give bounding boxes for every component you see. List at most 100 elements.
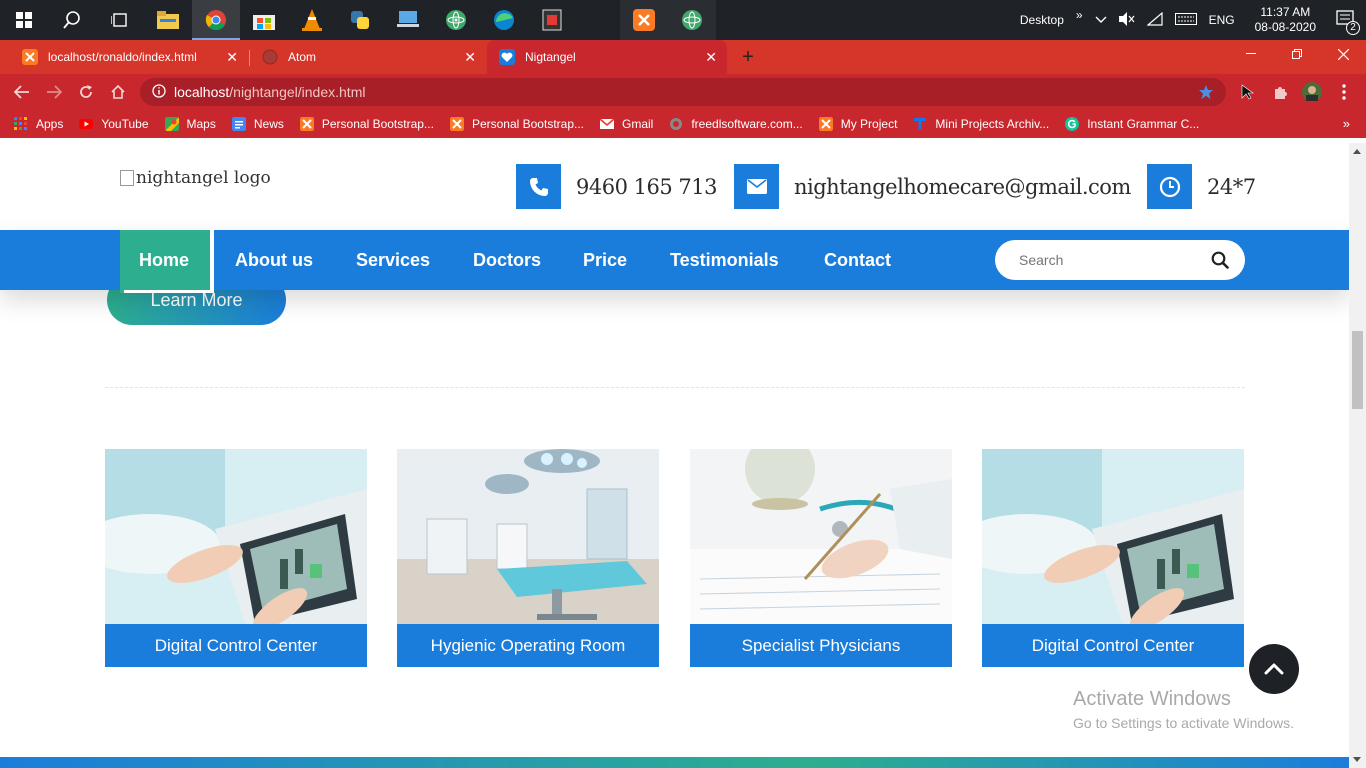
close-tab-icon[interactable]: ✕ <box>464 49 476 66</box>
digital-control-center-image <box>982 449 1244 624</box>
search-icon[interactable] <box>48 0 96 40</box>
bookmark-personal-bootstrap-1[interactable]: Personal Bootstrap... <box>299 117 434 131</box>
store-icon[interactable] <box>240 0 288 40</box>
site-logo[interactable]: nightangel logo <box>120 168 271 188</box>
chrome-menu-icon[interactable] <box>1328 74 1360 110</box>
operating-room-image <box>397 449 659 624</box>
phone-number[interactable]: 9460 165 713 <box>576 175 717 199</box>
xampp-icon <box>299 117 314 131</box>
file-explorer-icon[interactable] <box>144 0 192 40</box>
tab-nigtangel[interactable]: Nigtangel ✕ <box>487 40 727 74</box>
page-scrollbar[interactable] <box>1349 143 1366 768</box>
xampp-icon[interactable] <box>620 0 668 40</box>
clock-icon <box>1147 164 1192 209</box>
forward-arrow-icon[interactable] <box>38 74 70 110</box>
scroll-down-arrow-icon[interactable] <box>1353 757 1361 762</box>
computer-icon[interactable] <box>384 0 432 40</box>
apps-grid-icon <box>14 117 27 130</box>
envelope-icon <box>734 164 779 209</box>
scrollbar-thumb[interactable] <box>1352 331 1363 409</box>
vlc-icon[interactable] <box>288 0 336 40</box>
windows-start-icon[interactable] <box>0 0 48 40</box>
python-icon[interactable] <box>336 0 384 40</box>
project-app-icon[interactable] <box>528 0 576 40</box>
bookmark-star-icon[interactable] <box>1198 84 1214 103</box>
reload-icon[interactable] <box>70 74 102 110</box>
chrome-icon[interactable] <box>192 0 240 40</box>
back-arrow-icon[interactable] <box>6 74 38 110</box>
bookmark-apps[interactable]: Apps <box>14 117 63 131</box>
feature-card-caption: Digital Control Center <box>105 624 367 667</box>
nav-doctors[interactable]: Doctors <box>473 230 541 290</box>
task-view-icon[interactable] <box>96 0 144 40</box>
bookmark-gmail[interactable]: Gmail <box>600 117 653 131</box>
atom-icon[interactable] <box>432 0 480 40</box>
address-bar[interactable]: localhost/nightangel/index.html <box>140 78 1226 106</box>
nav-price[interactable]: Price <box>583 230 627 290</box>
tab-title: localhost/ronaldo/index.html <box>48 50 197 64</box>
xampp-icon <box>818 117 833 131</box>
bookmark-label: News <box>253 117 284 131</box>
globe-favicon-icon <box>262 49 278 65</box>
broken-image-icon <box>120 170 134 186</box>
activate-windows-watermark: Activate Windows Go to Settings to activ… <box>1073 688 1294 731</box>
nav-testimonials[interactable]: Testimonials <box>670 230 779 290</box>
close-tab-icon[interactable]: ✕ <box>226 49 238 66</box>
chevron-up-icon[interactable] <box>1095 13 1107 27</box>
bookmark-my-project[interactable]: My Project <box>818 117 897 131</box>
bookmark-label: Personal Bootstrap... <box>321 117 434 131</box>
site-search <box>995 240 1245 280</box>
extensions-puzzle-icon[interactable] <box>1264 74 1296 110</box>
notification-center-icon[interactable]: 2 <box>1336 9 1360 35</box>
notification-count-badge: 2 <box>1346 20 1360 35</box>
minimize-icon[interactable] <box>1228 40 1274 68</box>
info-icon[interactable] <box>152 83 166 101</box>
close-tab-icon[interactable]: ✕ <box>705 49 717 66</box>
bookmark-mini-projects[interactable]: Mini Projects Archiv... <box>913 117 1049 131</box>
scroll-up-arrow-icon[interactable] <box>1353 149 1361 154</box>
feature-card-caption: Specialist Physicians <box>690 624 952 667</box>
restore-icon[interactable] <box>1274 40 1320 68</box>
bookmark-label: Maps <box>186 117 216 131</box>
main-navbar: Home About us Services Doctors Price Tes… <box>0 230 1349 293</box>
back-to-top-button[interactable] <box>1249 644 1299 694</box>
email-address[interactable]: nightangelhomecare@gmail.com <box>794 175 1131 199</box>
profile-avatar[interactable] <box>1296 74 1328 110</box>
bookmark-personal-bootstrap-2[interactable]: Personal Bootstrap... <box>449 117 584 131</box>
edge-icon[interactable] <box>480 0 528 40</box>
tab-title: Atom <box>288 50 317 64</box>
wifi-icon[interactable] <box>1145 11 1163 29</box>
close-window-icon[interactable] <box>1320 40 1366 68</box>
nav-contact[interactable]: Contact <box>824 230 891 290</box>
more-bookmarks-chevron-icon[interactable]: » <box>1343 116 1350 131</box>
nav-about-us[interactable]: About us <box>235 230 313 290</box>
home-icon[interactable] <box>102 74 134 110</box>
cursor-extension-icon[interactable] <box>1232 74 1264 110</box>
atom-icon-2[interactable] <box>668 0 716 40</box>
tab-ronaldo[interactable]: localhost/ronaldo/index.html ✕ <box>10 40 248 74</box>
bookmark-news[interactable]: News <box>231 117 284 131</box>
feature-card[interactable]: Digital Control Center <box>982 449 1244 667</box>
nav-home[interactable]: Home <box>139 230 189 290</box>
chevron-up-icon <box>1264 663 1284 675</box>
windows-taskbar: Desktop » ENG 11:37 AM 08-08-2020 2 <box>0 0 1366 40</box>
xampp-icon <box>449 117 464 131</box>
bookmark-freedlsoftware[interactable]: freedlsoftware.com... <box>669 117 803 131</box>
tab-atom[interactable]: Atom ✕ <box>250 40 486 74</box>
search-input[interactable] <box>1019 252 1199 268</box>
nav-services[interactable]: Services <box>356 230 430 290</box>
chevron-double-right-icon[interactable]: » <box>1076 8 1083 22</box>
desktop-toolbar-label[interactable]: Desktop <box>1020 13 1064 27</box>
feature-card[interactable]: Hygienic Operating Room <box>397 449 659 667</box>
bookmark-maps[interactable]: Maps <box>164 117 216 131</box>
feature-card[interactable]: Specialist Physicians <box>690 449 952 667</box>
bookmark-instant-grammar[interactable]: Instant Grammar C... <box>1065 117 1199 131</box>
language-indicator[interactable]: ENG <box>1209 13 1235 27</box>
search-icon[interactable] <box>1211 251 1229 274</box>
bookmark-youtube[interactable]: YouTube <box>79 117 149 131</box>
system-clock[interactable]: 11:37 AM 08-08-2020 <box>1255 5 1316 35</box>
feature-card[interactable]: Digital Control Center <box>105 449 367 667</box>
volume-muted-icon[interactable] <box>1118 11 1135 29</box>
new-tab-plus-icon[interactable]: + <box>737 46 759 68</box>
keyboard-icon[interactable] <box>1174 12 1197 28</box>
